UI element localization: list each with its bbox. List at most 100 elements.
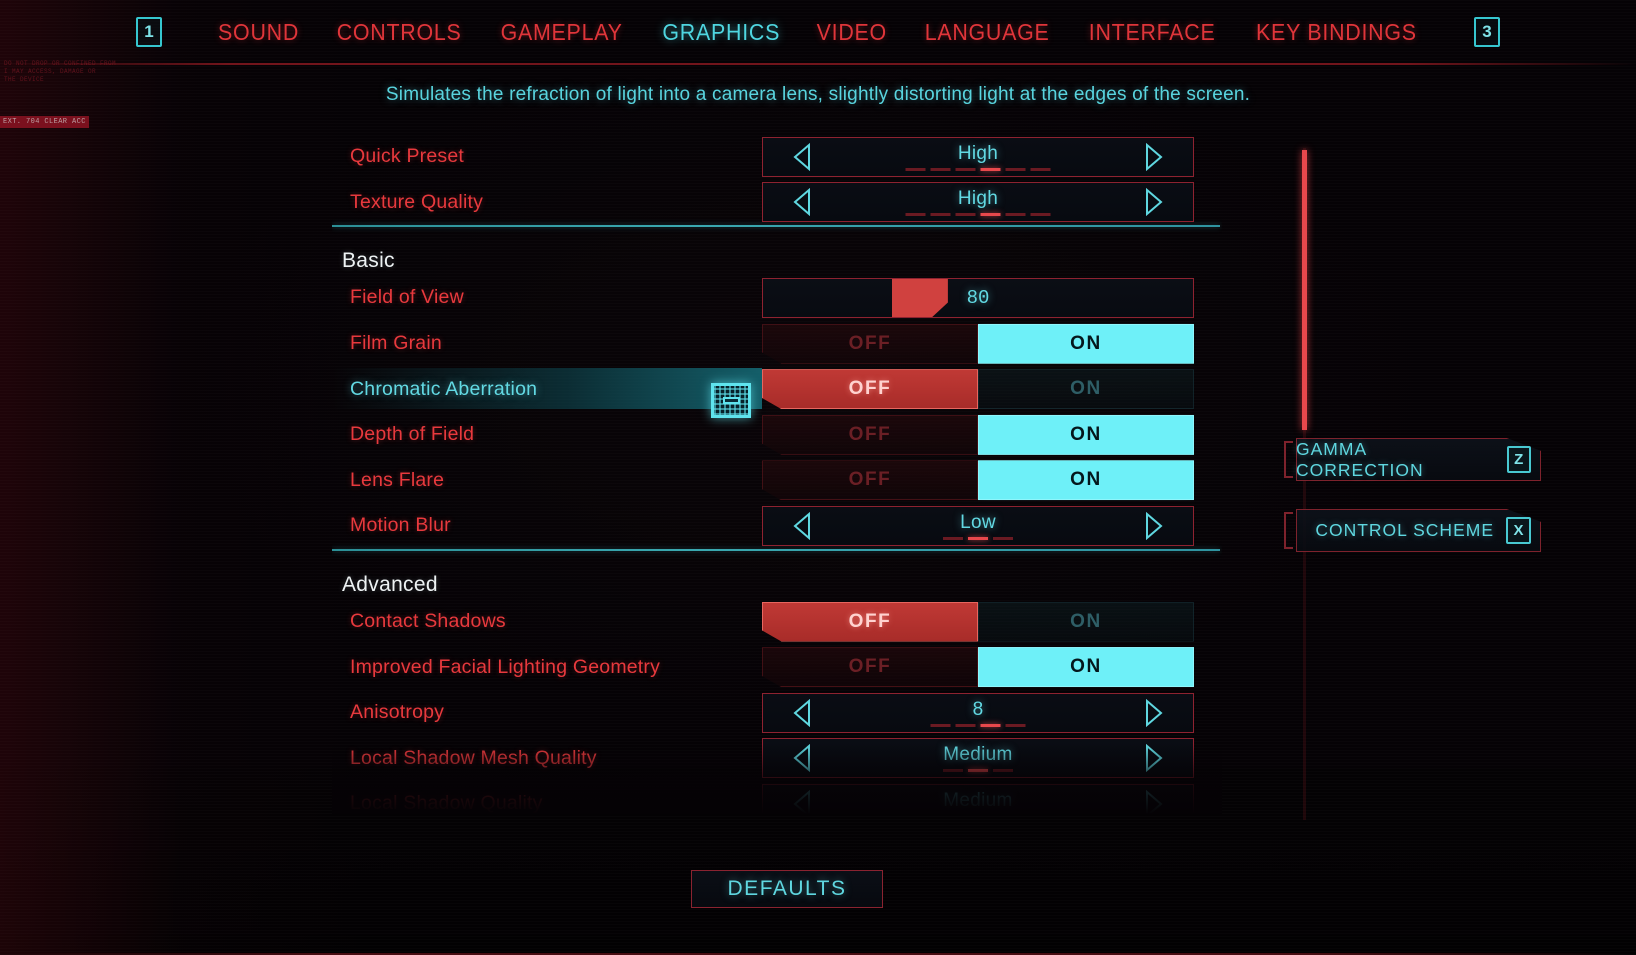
setting-label: Local Shadow Quality	[350, 792, 543, 814]
stepper-arrow-right-icon[interactable]	[1145, 142, 1163, 171]
stepper-value: Low	[960, 511, 996, 533]
stepper-arrow-left-icon[interactable]	[793, 789, 811, 814]
setting-control[interactable]: High	[762, 182, 1194, 223]
tab-controls[interactable]: CONTROLS	[323, 19, 476, 46]
toggle-option-off[interactable]: OFF	[762, 601, 978, 642]
stepper-value: Medium	[943, 744, 1013, 766]
setting-row-film-grain[interactable]: Film Grain OFF ON	[332, 321, 1222, 367]
setting-control[interactable]: 80	[762, 277, 1194, 318]
stepper-segment	[955, 213, 976, 217]
toggle-option-off[interactable]: OFF	[762, 369, 978, 410]
setting-row-contact-shadows[interactable]: Contact Shadows OFF ON	[332, 599, 1222, 645]
setting-label: Contact Shadows	[350, 610, 506, 633]
setting-row-depth-of-field[interactable]: Depth of Field OFF ON	[332, 412, 1222, 458]
setting-description: Simulates the refraction of light into a…	[385, 84, 1251, 105]
setting-control[interactable]: 8	[762, 692, 1194, 733]
setting-label: Texture Quality	[350, 190, 484, 213]
toggle-option-on[interactable]: ON	[978, 369, 1194, 410]
next-tab-key-badge[interactable]: 3	[1473, 17, 1500, 47]
setting-row-motion-blur[interactable]: Motion Blur Low	[332, 503, 1222, 549]
setting-row-texture-quality[interactable]: Texture Quality High	[332, 180, 1222, 226]
tab-video[interactable]: VIDEO	[803, 19, 901, 46]
stepper-arrow-right-icon[interactable]	[1145, 789, 1163, 814]
setting-label: Depth of Field	[350, 423, 475, 446]
setting-row-quick-preset[interactable]: Quick Preset High	[332, 134, 1222, 180]
stepper-quick-preset[interactable]: High	[762, 136, 1194, 177]
setting-control[interactable]: Medium	[762, 738, 1194, 779]
stepper-segment	[955, 723, 976, 727]
toggle-lens-flare[interactable]: OFF ON	[762, 460, 1194, 501]
stepper-segment	[930, 213, 951, 217]
toggle-chromatic-aberration[interactable]: OFF ON	[762, 369, 1194, 410]
tab-graphics[interactable]: GRAPHICS	[648, 19, 794, 46]
tab-key-bindings[interactable]: KEY BINDINGS	[1242, 19, 1431, 46]
toggle-improved-facial-lighting-geometry[interactable]: OFF ON	[762, 647, 1194, 688]
stepper-arrow-left-icon[interactable]	[793, 698, 811, 727]
section-header-advanced: Advanced	[332, 548, 1222, 599]
chip-icon-body	[711, 383, 751, 418]
chip-cursor-icon	[711, 383, 751, 418]
stepper-arrow-left-icon[interactable]	[793, 188, 811, 217]
toggle-option-off[interactable]: OFF	[762, 460, 978, 501]
setting-control[interactable]: High	[762, 136, 1194, 177]
stepper-motion-blur[interactable]: Low	[762, 505, 1194, 546]
setting-row-lens-flare[interactable]: Lens Flare OFF ON	[332, 458, 1222, 504]
stepper-arrow-left-icon[interactable]	[793, 744, 811, 773]
stepper-arrow-right-icon[interactable]	[1145, 744, 1163, 773]
prev-tab-key-badge[interactable]: 1	[136, 17, 163, 47]
setting-label: Anisotropy	[350, 701, 445, 724]
stepper-arrow-right-icon[interactable]	[1145, 188, 1163, 217]
hint-key-badge[interactable]: X	[1506, 517, 1531, 544]
section-divider	[332, 548, 1220, 551]
stepper-texture-quality[interactable]: High	[762, 182, 1194, 223]
tab-language[interactable]: LANGUAGE	[910, 19, 1063, 46]
toggle-option-off[interactable]: OFF	[762, 414, 978, 455]
setting-control[interactable]: Medium	[762, 783, 1194, 814]
setting-control[interactable]: OFF ON	[762, 601, 1194, 642]
stepper-arrow-left-icon[interactable]	[793, 511, 811, 540]
stepper-local-shadow-quality[interactable]: Medium	[762, 783, 1194, 814]
hint-control-scheme[interactable]: CONTROL SCHEME X	[1284, 509, 1541, 552]
setting-control[interactable]: OFF ON	[762, 460, 1194, 501]
setting-row-anisotropy[interactable]: Anisotropy 8	[332, 690, 1222, 736]
toggle-option-on[interactable]: ON	[978, 414, 1194, 455]
toggle-option-on[interactable]: ON	[978, 647, 1194, 688]
stepper-local-shadow-mesh-quality[interactable]: Medium	[762, 738, 1194, 779]
tab-gameplay[interactable]: GAMEPLAY	[487, 19, 637, 46]
slider-field-of-view[interactable]: 80	[762, 277, 1194, 318]
hint-key-badge[interactable]: Z	[1506, 446, 1531, 473]
toggle-contact-shadows[interactable]: OFF ON	[762, 601, 1194, 642]
toggle-option-off[interactable]: OFF	[762, 323, 978, 364]
stepper-segments	[930, 723, 1026, 727]
toggle-option-off[interactable]: OFF	[762, 647, 978, 688]
setting-control[interactable]: OFF ON	[762, 323, 1194, 364]
setting-row-local-shadow-mesh-quality[interactable]: Local Shadow Mesh Quality Medium	[332, 736, 1222, 782]
tab-sound[interactable]: SOUND	[204, 19, 313, 46]
setting-row-field-of-view[interactable]: Field of View 80	[332, 275, 1222, 321]
toggle-option-on[interactable]: ON	[978, 460, 1194, 501]
stepper-arrow-left-icon[interactable]	[793, 142, 811, 171]
toggle-option-on[interactable]: ON	[978, 323, 1194, 364]
toggle-film-grain[interactable]: OFF ON	[762, 323, 1194, 364]
defaults-button[interactable]: DEFAULTS	[691, 870, 883, 908]
setting-row-local-shadow-quality[interactable]: Local Shadow Quality Medium	[332, 781, 1222, 814]
stepper-anisotropy[interactable]: 8	[762, 692, 1194, 733]
setting-control[interactable]: Low	[762, 505, 1194, 546]
setting-label: Motion Blur	[350, 514, 451, 537]
setting-control[interactable]: OFF ON	[762, 647, 1194, 688]
setting-row-improved-facial-lighting-geometry[interactable]: Improved Facial Lighting Geometry OFF ON	[332, 644, 1222, 690]
stepper-arrow-right-icon[interactable]	[1145, 511, 1163, 540]
stepper-segment	[1030, 167, 1051, 171]
toggle-depth-of-field[interactable]: OFF ON	[762, 414, 1194, 455]
setting-control[interactable]: OFF ON	[762, 414, 1194, 455]
scrollbar-thumb[interactable]	[1302, 150, 1307, 430]
toggle-option-on[interactable]: ON	[978, 601, 1194, 642]
setting-label: Lens Flare	[350, 468, 445, 491]
stepper-value: High	[957, 142, 999, 164]
stepper-arrow-right-icon[interactable]	[1145, 698, 1163, 727]
setting-row-chromatic-aberration[interactable]: Chromatic Aberration OFF ON	[332, 366, 1222, 412]
hint-gamma-correction[interactable]: GAMMA CORRECTION Z	[1284, 438, 1541, 481]
setting-label: Film Grain	[350, 332, 442, 355]
tab-interface[interactable]: INTERFACE	[1075, 19, 1230, 46]
setting-control[interactable]: OFF ON	[762, 369, 1194, 410]
